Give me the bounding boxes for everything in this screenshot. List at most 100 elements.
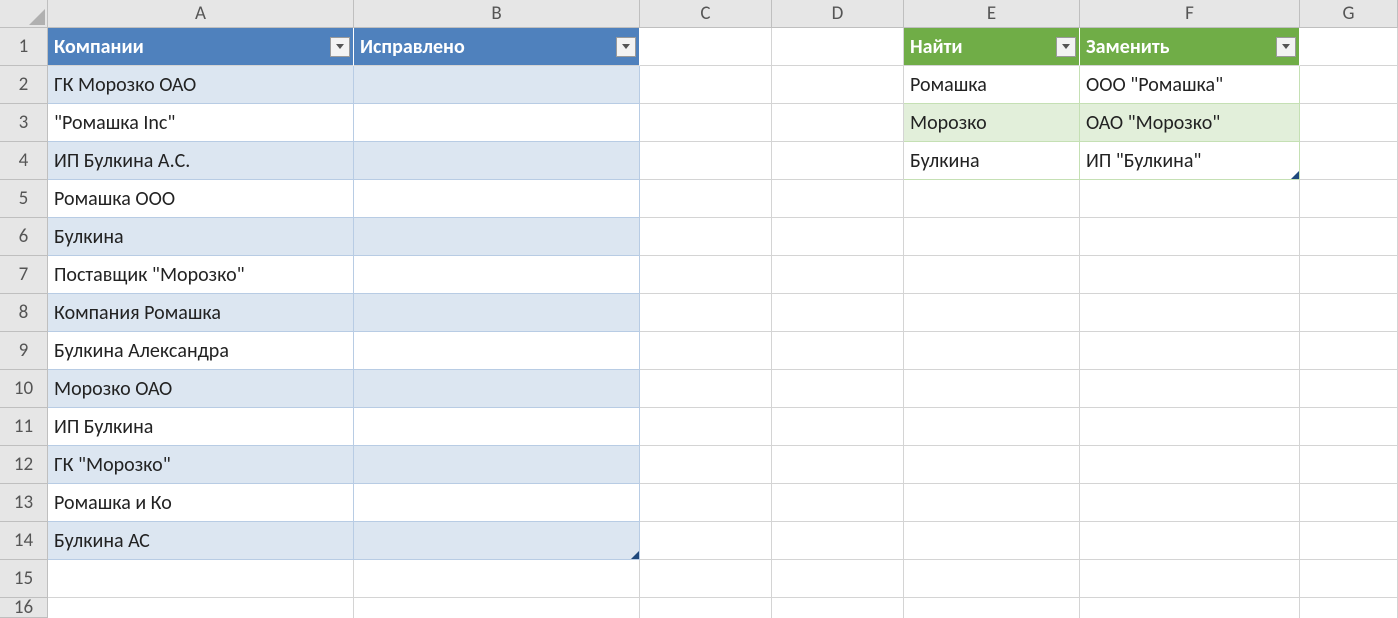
cell-B11[interactable] [354,408,640,446]
cell-C12[interactable] [640,446,772,484]
row-header-5[interactable]: 5 [0,180,48,218]
cell-A7[interactable]: Поставщик "Морозко" [48,256,354,294]
cell-G5[interactable] [1300,180,1398,218]
cell-E10[interactable] [904,370,1080,408]
cell-C1[interactable] [640,28,772,66]
col-header-B[interactable]: B [354,0,640,28]
cell-C7[interactable] [640,256,772,294]
cell-B12[interactable] [354,446,640,484]
cell-F5[interactable] [1080,180,1300,218]
cell-F11[interactable] [1080,408,1300,446]
cell-F6[interactable] [1080,218,1300,256]
cell-A8[interactable]: Компания Ромашка [48,294,354,332]
cell-B15[interactable] [354,560,640,598]
cell-G16[interactable] [1300,598,1398,618]
cell-D11[interactable] [772,408,904,446]
row-header-10[interactable]: 10 [0,370,48,408]
cell-B16[interactable] [354,598,640,618]
cell-A2[interactable]: ГК Морозко ОАО [48,66,354,104]
row-header-2[interactable]: 2 [0,66,48,104]
cell-G4[interactable] [1300,142,1398,180]
cell-B2[interactable] [354,66,640,104]
cell-D9[interactable] [772,332,904,370]
row-header-8[interactable]: 8 [0,294,48,332]
row-header-1[interactable]: 1 [0,28,48,66]
cell-F8[interactable] [1080,294,1300,332]
cell-D8[interactable] [772,294,904,332]
table-header-companies[interactable]: Компании [48,28,354,66]
row-header-11[interactable]: 11 [0,408,48,446]
cell-B8[interactable] [354,294,640,332]
cell-G3[interactable] [1300,104,1398,142]
cell-G6[interactable] [1300,218,1398,256]
table-header-fixed[interactable]: Исправлено [354,28,640,66]
cell-F12[interactable] [1080,446,1300,484]
cell-E13[interactable] [904,484,1080,522]
col-header-F[interactable]: F [1080,0,1300,28]
cell-A9[interactable]: Булкина Александра [48,332,354,370]
cell-D5[interactable] [772,180,904,218]
filter-button-fixed[interactable] [616,37,636,57]
cell-B6[interactable] [354,218,640,256]
cell-F2[interactable]: ООО "Ромашка" [1080,66,1300,104]
col-header-G[interactable]: G [1300,0,1398,28]
cell-G15[interactable] [1300,560,1398,598]
col-header-C[interactable]: C [640,0,772,28]
cell-C3[interactable] [640,104,772,142]
cell-B4[interactable] [354,142,640,180]
cell-F13[interactable] [1080,484,1300,522]
cell-B7[interactable] [354,256,640,294]
cell-B3[interactable] [354,104,640,142]
cell-D1[interactable] [772,28,904,66]
cell-C14[interactable] [640,522,772,560]
col-header-D[interactable]: D [772,0,904,28]
cell-B5[interactable] [354,180,640,218]
col-header-E[interactable]: E [904,0,1080,28]
cell-F16[interactable] [1080,598,1300,618]
cell-D13[interactable] [772,484,904,522]
cell-B10[interactable] [354,370,640,408]
cell-F3[interactable]: ОАО "Морозко" [1080,104,1300,142]
cell-D10[interactable] [772,370,904,408]
cell-C13[interactable] [640,484,772,522]
cell-A13[interactable]: Ромашка и Ко [48,484,354,522]
cell-B9[interactable] [354,332,640,370]
table-header-replace[interactable]: Заменить [1080,28,1300,66]
cell-C2[interactable] [640,66,772,104]
cell-D15[interactable] [772,560,904,598]
cell-A6[interactable]: Булкина [48,218,354,256]
cell-D16[interactable] [772,598,904,618]
row-header-13[interactable]: 13 [0,484,48,522]
cell-C5[interactable] [640,180,772,218]
filter-button-find[interactable] [1056,37,1076,57]
cell-E15[interactable] [904,560,1080,598]
cell-E11[interactable] [904,408,1080,446]
cell-C6[interactable] [640,218,772,256]
cell-C11[interactable] [640,408,772,446]
cell-F9[interactable] [1080,332,1300,370]
cell-A5[interactable]: Ромашка ООО [48,180,354,218]
cell-F15[interactable] [1080,560,1300,598]
cell-A3[interactable]: "Ромашка Inc" [48,104,354,142]
cell-E12[interactable] [904,446,1080,484]
cell-G8[interactable] [1300,294,1398,332]
cell-G10[interactable] [1300,370,1398,408]
cell-F7[interactable] [1080,256,1300,294]
row-header-15[interactable]: 15 [0,560,48,598]
cell-A12[interactable]: ГК "Морозко" [48,446,354,484]
row-header-3[interactable]: 3 [0,104,48,142]
cell-A14[interactable]: Булкина АС [48,522,354,560]
select-all-corner[interactable] [0,0,48,28]
cell-G12[interactable] [1300,446,1398,484]
row-header-7[interactable]: 7 [0,256,48,294]
cell-G13[interactable] [1300,484,1398,522]
cell-E16[interactable] [904,598,1080,618]
cell-A11[interactable]: ИП Булкина [48,408,354,446]
row-header-16[interactable]: 16 [0,598,48,618]
cell-C10[interactable] [640,370,772,408]
row-header-12[interactable]: 12 [0,446,48,484]
cell-E3[interactable]: Морозко [904,104,1080,142]
row-header-9[interactable]: 9 [0,332,48,370]
row-header-4[interactable]: 4 [0,142,48,180]
cell-D14[interactable] [772,522,904,560]
